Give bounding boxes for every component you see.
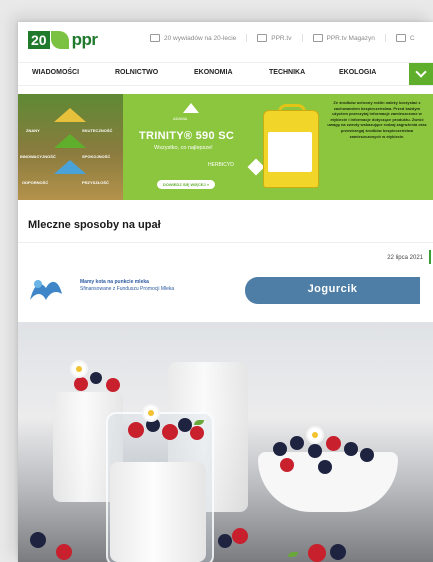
ad-arrow xyxy=(54,108,86,122)
nav-item-ekonomia[interactable]: EKONOMIA xyxy=(194,69,233,76)
raspberry xyxy=(232,528,248,544)
ad-learn-more-button[interactable]: DOWIEDZ SIĘ WIĘCEJ » xyxy=(157,180,215,189)
blueberry xyxy=(218,534,232,548)
tv-icon xyxy=(257,34,268,42)
main-nav: WIADOMOŚCI ROLNICTWO EKONOMIA TECHNIKA E… xyxy=(18,62,433,86)
ad-brand: ADAMA xyxy=(173,116,188,121)
diamond-icon xyxy=(247,158,265,176)
raspberry xyxy=(74,377,88,391)
blueberry xyxy=(330,544,346,560)
top-link-ppr-tv-magazyn[interactable]: PPR.tv Magazyn xyxy=(301,34,385,42)
top-link-ppr-tv[interactable]: PPR.tv xyxy=(246,34,301,42)
ad-disclaimer: Ze środków ochrony roślin należy korzyst… xyxy=(327,100,427,139)
nav-more-button[interactable] xyxy=(409,63,433,85)
logo-brand: ppr xyxy=(71,30,98,49)
top-link-20-interviews[interactable]: 20 wywiadów na 20-lecie xyxy=(140,34,246,42)
article-title: Mleczne sposoby na upał xyxy=(28,219,161,231)
blueberry xyxy=(146,418,160,432)
raspberry xyxy=(190,426,204,440)
mint-leaf xyxy=(288,552,298,557)
ad-field-image: ZNANY SKUTECZNOŚĆ INNOWACYJNOŚĆ SPOKOJNO… xyxy=(18,94,123,200)
article-date: 22 lipca 2021 xyxy=(387,255,423,261)
chamomile-flower xyxy=(72,362,86,376)
site-logo[interactable]: 20 ppr xyxy=(28,30,98,49)
ad-field-label: INNOWACYJNOŚĆ xyxy=(20,154,56,159)
nav-item-rolnictwo[interactable]: ROLNICTWO xyxy=(115,69,158,76)
blueberry xyxy=(30,532,46,548)
ad-title: TRINITY® 590 SC xyxy=(139,130,235,142)
canister-label xyxy=(268,132,312,172)
date-accent xyxy=(429,250,431,264)
raspberry xyxy=(308,544,326,562)
raspberry xyxy=(106,378,120,392)
milk-promo-banner[interactable]: Mamy kota na punkcie mleka Sfinansowane … xyxy=(18,272,433,310)
blueberry xyxy=(318,460,332,474)
top-link-label: PPR.tv xyxy=(271,34,292,42)
blueberry xyxy=(90,372,102,384)
blueberry xyxy=(308,444,322,458)
article-hero-image xyxy=(18,322,433,562)
ad-field-label: ZNANY xyxy=(26,128,40,133)
ad-tagline: Wszystko, co najlepsze! xyxy=(154,145,213,151)
raspberry xyxy=(128,422,144,438)
top-link-label: C xyxy=(409,34,415,42)
yogurt-fill xyxy=(110,462,206,562)
tv-icon xyxy=(395,34,406,42)
raspberry xyxy=(162,424,178,440)
product-name: Jogurcik xyxy=(307,283,358,295)
ad-field-label: SKUTECZNOŚĆ xyxy=(82,128,113,133)
top-link-label: 20 wywiadów na 20-lecie xyxy=(164,34,237,42)
raspberry xyxy=(280,458,294,472)
nav-item-ekologia[interactable]: EKOLOGIA xyxy=(339,69,376,76)
ad-field-label: PRZYSZŁOŚĆ xyxy=(82,180,109,185)
chamomile-flower xyxy=(144,406,158,420)
top-links: 20 wywiadów na 20-lecie PPR.tv PPR.tv Ma… xyxy=(140,34,425,42)
nav-item-wiadomosci[interactable]: WIADOMOŚCI xyxy=(32,69,79,76)
chamomile-flower xyxy=(308,428,322,442)
top-link-label: PPR.tv Magazyn xyxy=(326,34,375,42)
blueberry xyxy=(290,436,304,450)
logo-number: 20 xyxy=(28,31,50,49)
ad-arrow xyxy=(54,160,86,174)
raspberry xyxy=(56,544,72,560)
milk-funding-note: Sfinansowane z Funduszu Promocji Mleka xyxy=(80,286,175,292)
ad-field-label: SPOKOJNOŚĆ xyxy=(82,154,111,159)
blueberry xyxy=(360,448,374,462)
video-icon xyxy=(150,34,160,42)
product-pill: Jogurcik xyxy=(245,277,420,304)
tv-icon xyxy=(312,34,323,42)
blueberry xyxy=(273,442,287,456)
top-link-more[interactable]: C xyxy=(384,34,425,42)
nav-item-technika[interactable]: TECHNIKA xyxy=(269,69,305,76)
ad-category: HERBICYD xyxy=(208,162,234,168)
raspberry xyxy=(326,436,341,451)
top-bar: 20 ppr 20 wywiadów na 20-lecie PPR.tv PP… xyxy=(18,22,433,56)
chevron-down-icon xyxy=(415,66,427,78)
milk-fund-logo-icon xyxy=(30,280,62,300)
ad-field-label: ODPORNOŚĆ xyxy=(22,180,49,185)
blueberry xyxy=(344,442,358,456)
page-frame: 20 ppr 20 wywiadów na 20-lecie PPR.tv PP… xyxy=(18,22,433,562)
ad-banner[interactable]: ZNANY SKUTECZNOŚĆ INNOWACYJNOŚĆ SPOKOJNO… xyxy=(18,94,433,200)
article-header: Mleczne sposoby na upał xyxy=(18,200,433,243)
milk-slogan: Mamy kota na punkcie mleka xyxy=(80,279,149,285)
leaf-icon xyxy=(50,31,69,49)
ad-arrow xyxy=(54,134,86,148)
adama-logo-icon xyxy=(183,103,199,113)
